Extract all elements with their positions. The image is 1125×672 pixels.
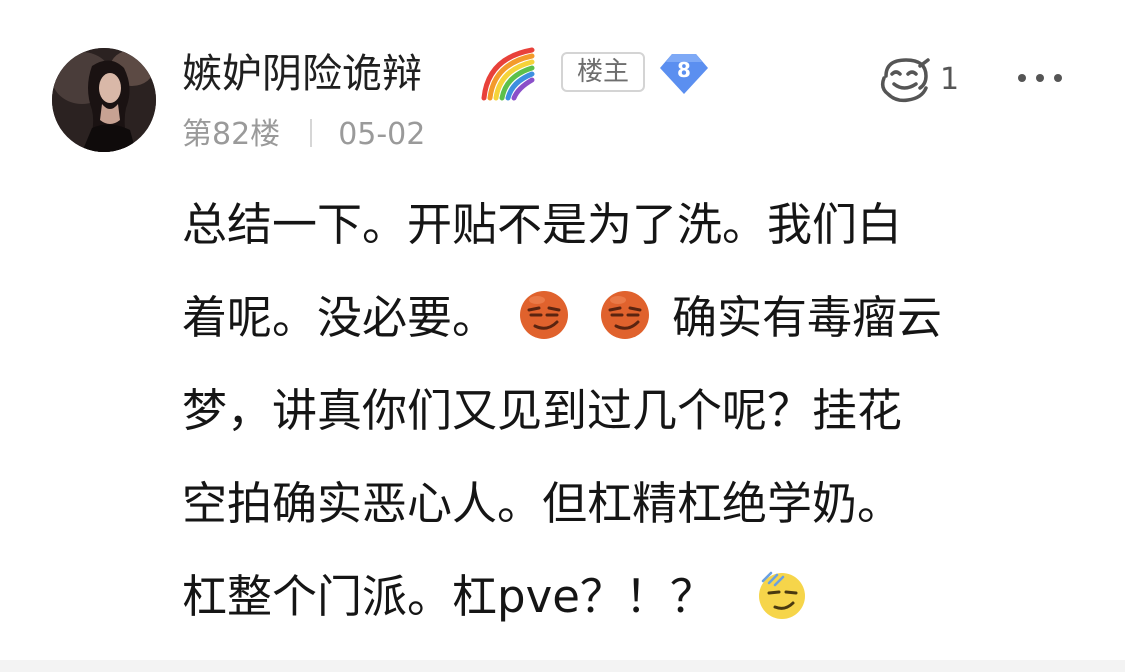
more-dots-icon[interactable] [1016,70,1064,86]
level-number: 8 [677,58,691,82]
meta-separator [310,118,313,147]
rainbow-icon [481,47,535,101]
post-content: 总结一下。开贴不是为了洗。我们白 着呢。没必要。 确实有毒瘤云 梦，讲真你们又见… [182,178,1082,643]
content-text: 杠整个门派。杠pve？！？ [182,570,715,623]
content-text: 着呢。没必要。 [182,291,498,344]
owner-badge: 楼主 [561,52,645,92]
cool-face-emoji [755,567,809,621]
smug-face-emoji [598,288,652,342]
avatar[interactable] [52,48,156,152]
reaction-count: 1 [940,62,960,97]
content-text: 确实有毒瘤云 [671,291,942,344]
post-meta: 第82楼 05-02 [182,112,425,158]
content-line-5: 杠整个门派。杠pve？！？ [182,550,1082,643]
level-badge: 8 [658,48,710,98]
post-divider [0,660,1125,672]
content-line-4: 空拍确实恶心人。但杠精杠绝学奶。 [182,477,903,530]
post-date: 05-02 [338,117,426,152]
content-line-1: 总结一下。开贴不是为了洗。我们白 [182,198,903,251]
username[interactable]: 嫉妒阴险诡辩 [182,46,422,102]
content-line-2: 着呢。没必要。 确实有毒瘤云 [182,271,1082,364]
content-line-3: 梦，讲真你们又见到过几个呢？挂花 [182,384,903,437]
smug-face-emoji [517,288,571,342]
reaction-face-icon[interactable] [876,54,936,108]
floor-number: 第82楼 [182,117,281,152]
